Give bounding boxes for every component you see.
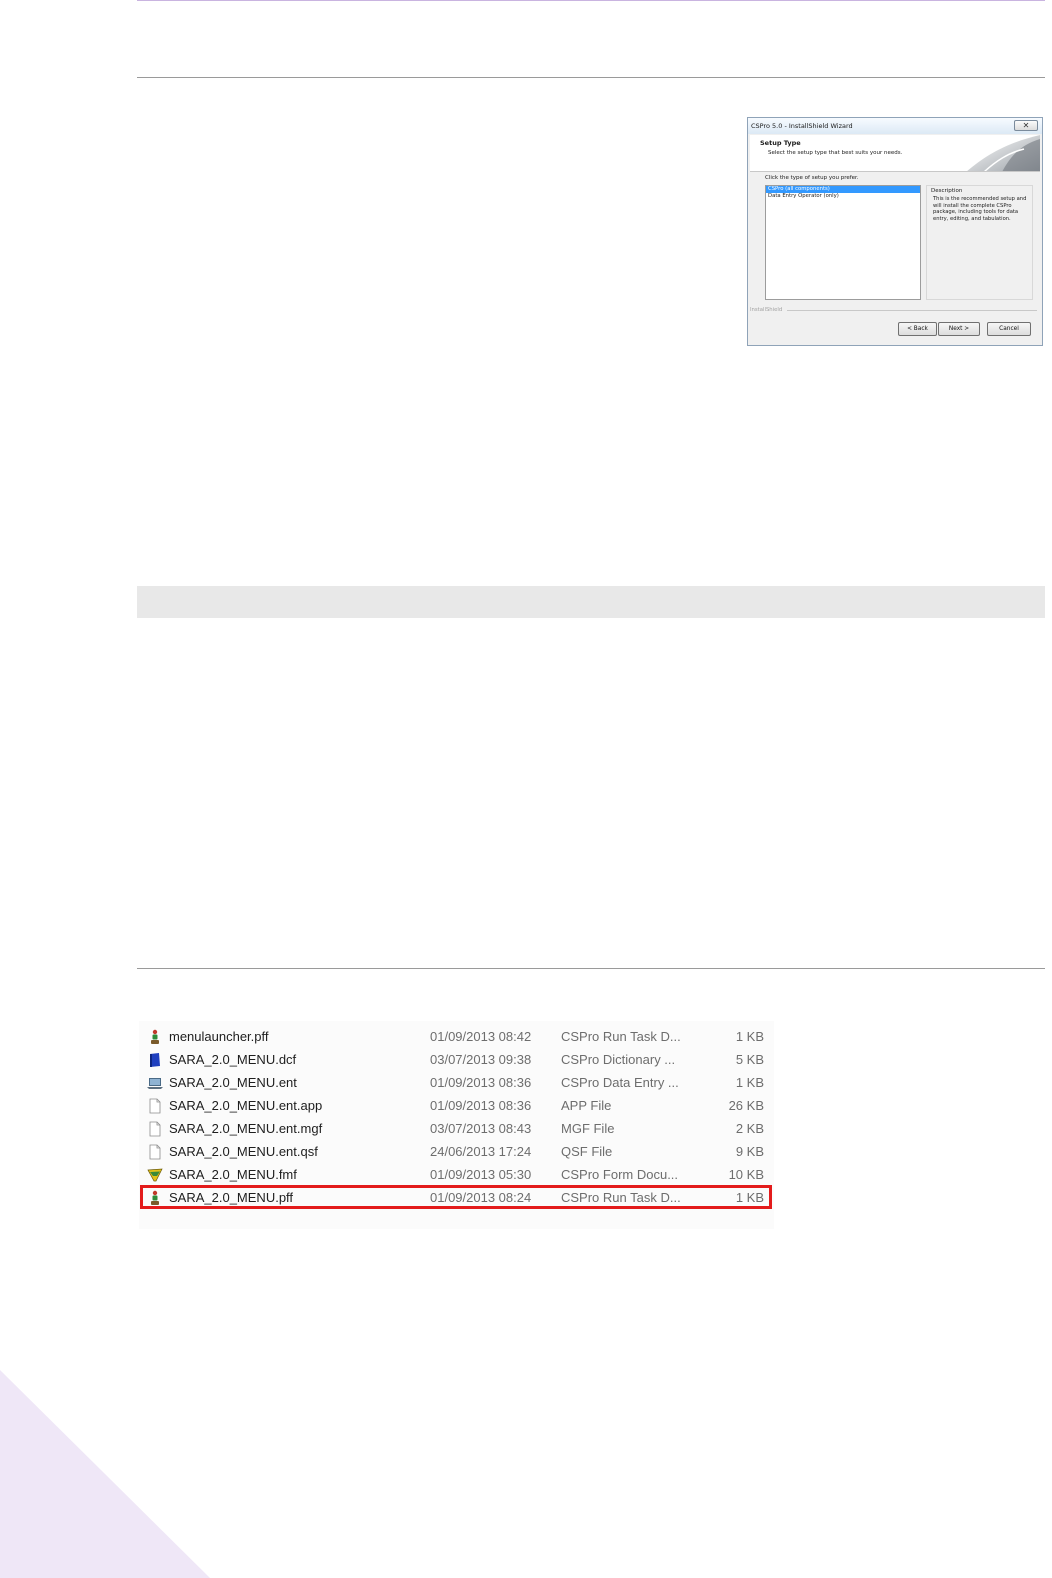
description-title: Description bbox=[931, 188, 963, 194]
wizard-titlebar: CSPro 5.0 - InstallShield Wizard ✕ bbox=[748, 118, 1042, 134]
file-row[interactable]: SARA_2.0_MENU.ent.qsf 24/06/2013 17:24 Q… bbox=[139, 1140, 774, 1163]
file-type: CSPro Run Task D... bbox=[561, 1029, 681, 1044]
wizard-header: Setup Type Select the setup type that be… bbox=[750, 135, 1040, 172]
file-size: 2 KB bbox=[735, 1121, 764, 1136]
file-type: APP File bbox=[561, 1098, 612, 1113]
blank-file-icon bbox=[149, 1098, 161, 1114]
form-document-icon bbox=[147, 1168, 163, 1182]
description-text: This is the recommended setup and will i… bbox=[933, 196, 1027, 222]
file-row[interactable]: SARA_2.0_MENU.fmf 01/09/2013 05:30 CSPro… bbox=[139, 1163, 774, 1186]
installshield-banner-graphic bbox=[967, 135, 1040, 171]
red-highlight-box bbox=[140, 1185, 772, 1209]
file-size: 5 KB bbox=[735, 1052, 764, 1067]
file-row[interactable]: SARA_2.0_MENU.ent 01/09/2013 08:36 CSPro… bbox=[139, 1071, 774, 1094]
file-date: 24/06/2013 17:24 bbox=[430, 1144, 532, 1159]
file-date: 01/09/2013 08:36 bbox=[430, 1098, 532, 1113]
setup-type-subheading: Select the setup type that best suits yo… bbox=[768, 150, 903, 156]
blank-file-icon bbox=[149, 1121, 161, 1137]
file-size: 26 KB bbox=[728, 1098, 764, 1113]
file-type: CSPro Dictionary ... bbox=[561, 1052, 676, 1067]
file-date: 03/07/2013 08:43 bbox=[430, 1121, 532, 1136]
file-size: 1 KB bbox=[735, 1075, 764, 1090]
description-group: Description This is the recommended setu… bbox=[926, 185, 1033, 300]
installshield-wizard-window: CSPro 5.0 - InstallShield Wizard ✕ Setup… bbox=[747, 117, 1043, 346]
setup-option-all-components[interactable]: CSPro (all components) bbox=[766, 186, 920, 193]
lavender-corner-decoration bbox=[0, 1370, 210, 1578]
section-divider-top bbox=[137, 77, 1045, 78]
next-button[interactable]: Next > bbox=[938, 322, 980, 336]
cancel-button[interactable]: Cancel bbox=[987, 322, 1031, 336]
dictionary-book-icon bbox=[150, 1053, 160, 1067]
file-name: SARA_2.0_MENU.ent.qsf bbox=[169, 1144, 318, 1159]
file-size: 1 KB bbox=[735, 1029, 764, 1044]
file-size: 9 KB bbox=[735, 1144, 764, 1159]
file-name: SARA_2.0_MENU.ent.app bbox=[169, 1098, 323, 1113]
wizard-title: CSPro 5.0 - InstallShield Wizard bbox=[751, 122, 853, 130]
file-row[interactable]: SARA_2.0_MENU.ent.mgf 03/07/2013 08:43 M… bbox=[139, 1117, 774, 1140]
file-type: CSPro Data Entry ... bbox=[561, 1075, 679, 1090]
setup-type-prompt: Click the type of setup you prefer. bbox=[765, 175, 859, 181]
installshield-footer-label: InstallShield bbox=[750, 307, 783, 313]
top-accent-line bbox=[137, 0, 1045, 1]
file-type: MGF File bbox=[561, 1121, 615, 1136]
file-name: SARA_2.0_MENU.fmf bbox=[169, 1167, 297, 1182]
file-date: 01/09/2013 05:30 bbox=[430, 1167, 532, 1182]
file-name: SARA_2.0_MENU.dcf bbox=[169, 1052, 297, 1067]
pff-run-task-icon bbox=[151, 1029, 159, 1044]
file-row[interactable]: menulauncher.pff 01/09/2013 08:42 CSPro … bbox=[139, 1025, 774, 1048]
file-type: QSF File bbox=[561, 1144, 613, 1159]
blank-file-icon bbox=[149, 1144, 161, 1160]
file-row[interactable]: SARA_2.0_MENU.dcf 03/07/2013 09:38 CSPro… bbox=[139, 1048, 774, 1071]
setup-option-data-entry-operator[interactable]: Data Entry Operator (only) bbox=[766, 193, 920, 200]
section-divider-bottom bbox=[137, 968, 1045, 969]
file-row[interactable]: SARA_2.0_MENU.ent.app 01/09/2013 08:36 A… bbox=[139, 1094, 774, 1117]
file-date: 03/07/2013 09:38 bbox=[430, 1052, 532, 1067]
file-name: SARA_2.0_MENU.ent.mgf bbox=[169, 1121, 323, 1136]
back-button[interactable]: < Back bbox=[898, 322, 937, 336]
setup-type-listbox[interactable]: CSPro (all components) Data Entry Operat… bbox=[765, 185, 921, 300]
file-size: 10 KB bbox=[728, 1167, 764, 1182]
grey-banner-strip bbox=[137, 586, 1045, 618]
setup-type-heading: Setup Type bbox=[760, 139, 801, 147]
close-button[interactable]: ✕ bbox=[1014, 120, 1038, 131]
file-date: 01/09/2013 08:42 bbox=[430, 1029, 532, 1044]
file-name: SARA_2.0_MENU.ent bbox=[169, 1075, 297, 1090]
file-type: CSPro Form Docu... bbox=[561, 1167, 679, 1182]
file-name: menulauncher.pff bbox=[169, 1029, 269, 1044]
data-entry-laptop-icon bbox=[147, 1078, 163, 1089]
file-date: 01/09/2013 08:36 bbox=[430, 1075, 532, 1090]
footer-divider bbox=[787, 310, 1037, 311]
